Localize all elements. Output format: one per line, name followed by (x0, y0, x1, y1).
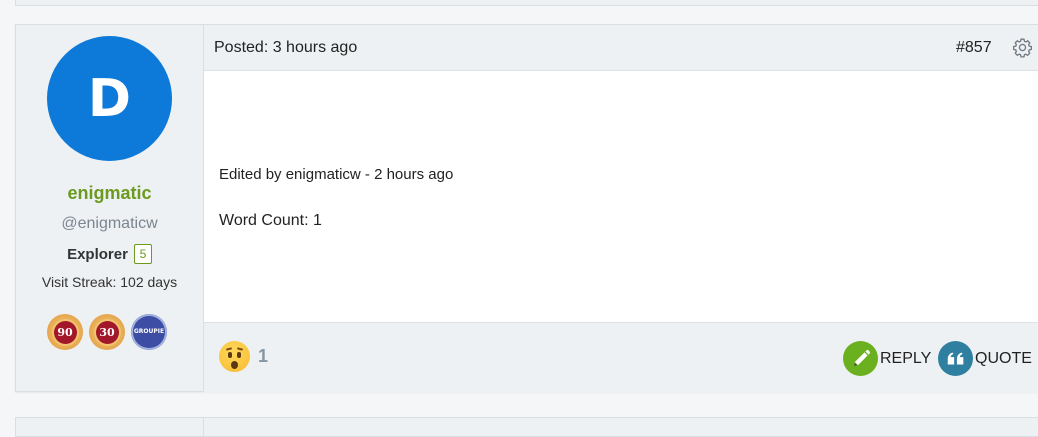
quote-label: QUOTE (975, 349, 1032, 367)
quote-icon (938, 341, 973, 376)
badge-label: GROUPIE (133, 328, 165, 335)
next-post-edge (15, 417, 1038, 437)
avatar[interactable]: D (47, 36, 172, 161)
post-number-link[interactable]: #857 (956, 39, 992, 57)
pencil-icon (843, 341, 878, 376)
post-header: Posted: 3 hours ago #857 (204, 25, 1038, 71)
rank-title: Explorer (67, 246, 128, 263)
reaction-button[interactable]: 1 (219, 341, 268, 372)
author-rank: Explorer 5 (16, 244, 203, 264)
author-handle: @enigmaticw (61, 215, 158, 232)
edited-note: Edited by enigmaticw - 2 hours ago (219, 166, 454, 183)
quote-button[interactable]: QUOTE (938, 341, 1032, 376)
badge-label: 90 (53, 320, 77, 344)
post-footer: 1 REPLY QUOTE (204, 322, 1038, 393)
streak-30-badge-icon[interactable]: 30 (89, 314, 125, 350)
visit-streak: Visit Streak: 102 days (41, 274, 178, 290)
badge-label: 30 (95, 320, 119, 344)
reply-label: REPLY (880, 349, 932, 367)
reply-button[interactable]: REPLY (843, 341, 931, 376)
achievement-badges: 90 30 GROUPIE (47, 314, 167, 350)
post-body: Edited by enigmaticw - 2 hours ago Word … (204, 71, 1038, 322)
reaction-count: 1 (258, 346, 269, 366)
groupie-badge-icon[interactable]: GROUPIE (131, 314, 167, 350)
word-count: Word Count: 1 (219, 212, 322, 229)
streak-90-badge-icon[interactable]: 90 (47, 314, 83, 350)
astonished-face-icon (219, 341, 250, 372)
divider (203, 418, 204, 436)
forum-post: D enigmatic @enigmaticw Explorer 5 Visit … (15, 24, 1038, 393)
rank-level-badge: 5 (133, 244, 152, 264)
author-panel: D enigmatic @enigmaticw Explorer 5 Visit … (16, 25, 204, 391)
posted-date: Posted: 3 hours ago (214, 39, 358, 56)
author-name[interactable]: enigmatic (16, 183, 203, 204)
gear-icon[interactable] (1012, 37, 1033, 58)
previous-post-edge (15, 0, 1038, 6)
